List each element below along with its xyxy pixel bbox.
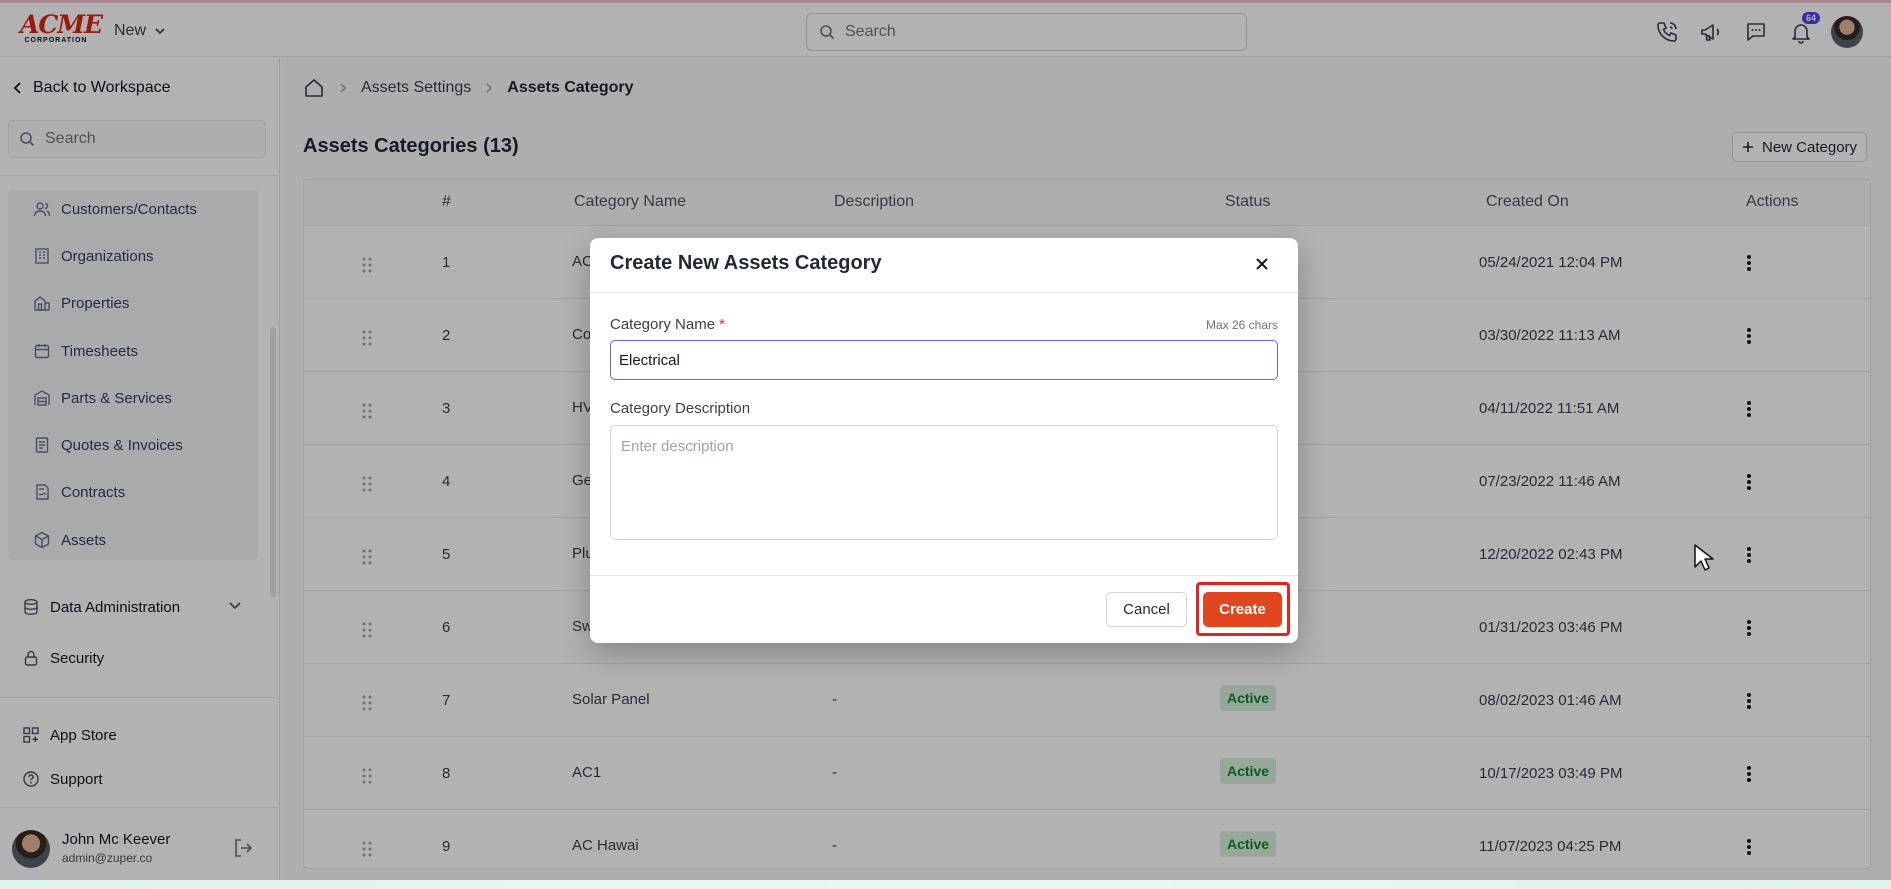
bottom-strip bbox=[0, 880, 1891, 889]
create-button[interactable]: Create bbox=[1203, 592, 1282, 627]
category-name-input[interactable] bbox=[610, 340, 1278, 380]
mouse-cursor-icon bbox=[1694, 544, 1714, 571]
close-icon[interactable] bbox=[1250, 252, 1274, 276]
category-description-input[interactable] bbox=[610, 425, 1278, 540]
create-category-modal: Create New Assets Category Category Name… bbox=[590, 238, 1298, 643]
modal-title: Create New Assets Category bbox=[610, 252, 882, 274]
category-description-label: Category Description bbox=[610, 400, 751, 417]
modal-divider bbox=[590, 292, 1298, 293]
modal-divider bbox=[590, 575, 1298, 576]
required-mark: * bbox=[719, 316, 725, 333]
category-name-label: Category Name * bbox=[610, 316, 725, 333]
cancel-button[interactable]: Cancel bbox=[1106, 592, 1187, 627]
category-name-label-text: Category Name bbox=[610, 316, 716, 333]
max-chars-hint: Max 26 chars bbox=[1205, 318, 1278, 332]
